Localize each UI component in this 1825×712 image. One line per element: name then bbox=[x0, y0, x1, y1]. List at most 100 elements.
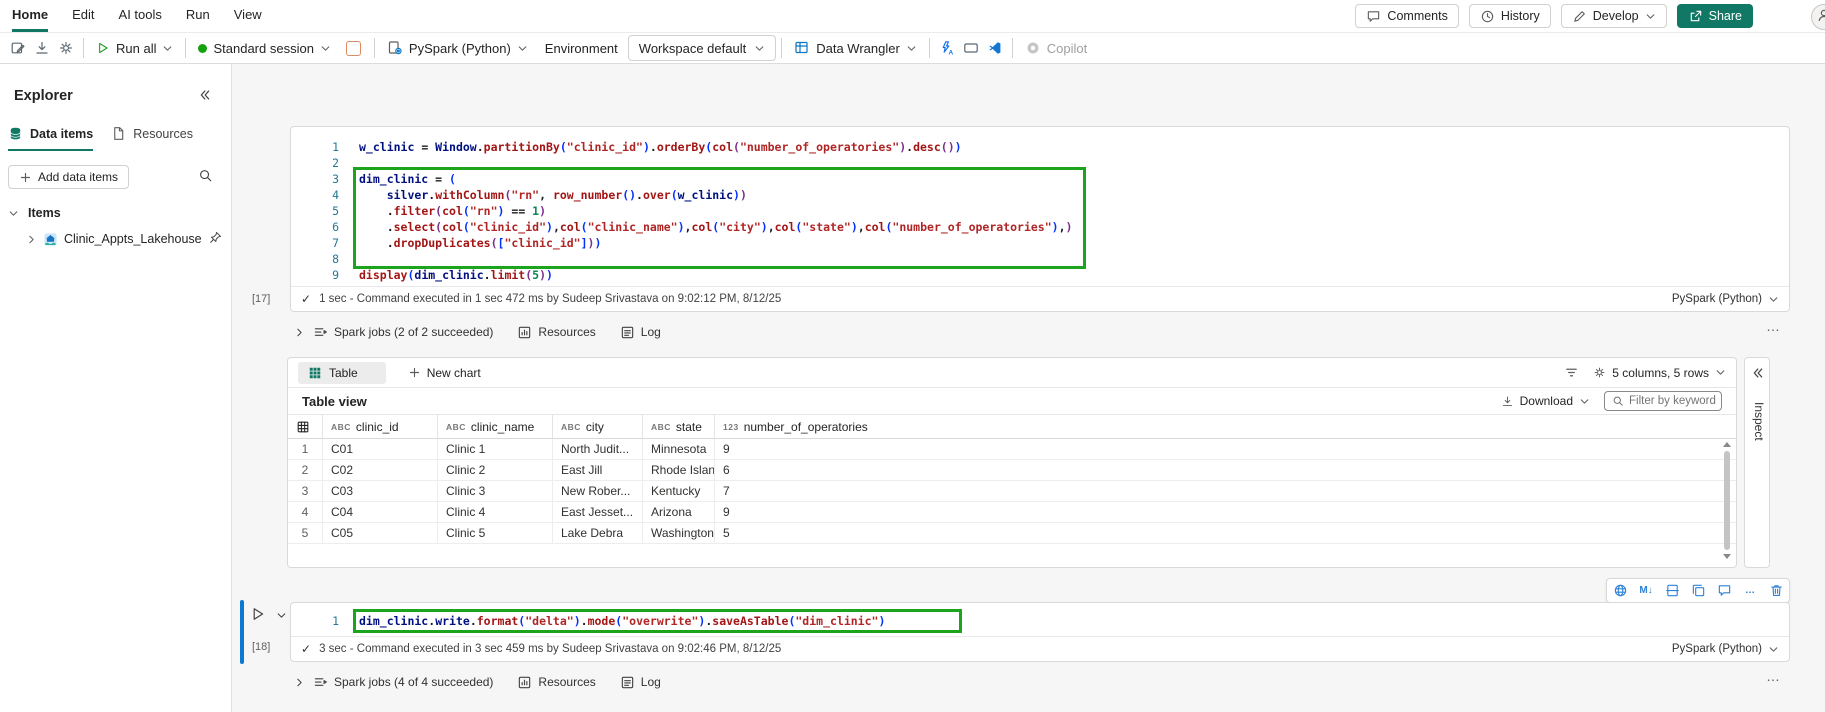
resources-icon bbox=[517, 675, 532, 690]
copilot-label: Copilot bbox=[1047, 41, 1087, 56]
search-icon[interactable] bbox=[198, 168, 213, 188]
table-row[interactable]: 3C03Clinic 3New Rober...Kentucky7 bbox=[288, 481, 1736, 502]
more-options-button[interactable]: … bbox=[1766, 668, 1781, 684]
cell-1-kernel-selector[interactable]: PySpark (Python) bbox=[1672, 293, 1779, 305]
menu-tab-edit[interactable]: Edit bbox=[72, 0, 94, 32]
frame-icon[interactable] bbox=[959, 36, 983, 60]
comments-button[interactable]: Comments bbox=[1355, 4, 1458, 28]
code-line[interactable]: 7 .dropDuplicates(["clinic_id"])) bbox=[291, 235, 1789, 251]
table-row[interactable]: 4C04Clinic 4East Jesset...Arizona9 bbox=[288, 502, 1736, 523]
menu-tab-home[interactable]: Home bbox=[12, 0, 48, 32]
menu-tab-ai-tools[interactable]: AI tools bbox=[119, 0, 162, 32]
cell-2-status-text: 3 sec - Command executed in 3 sec 459 ms… bbox=[319, 643, 781, 655]
tab-data-items[interactable]: Data items bbox=[8, 126, 93, 151]
spark-jobs-row-2: Spark jobs (4 of 4 succeeded) Resources … bbox=[294, 670, 677, 694]
scroll-up-icon[interactable] bbox=[1723, 442, 1731, 447]
pin-icon[interactable] bbox=[209, 231, 222, 247]
add-data-items-label: Add data items bbox=[38, 170, 118, 184]
code-text: dim_clinic = ( bbox=[359, 171, 456, 187]
table-cell: C03 bbox=[323, 481, 438, 501]
comment-cell-icon[interactable] bbox=[1713, 580, 1735, 602]
table-row[interactable]: 1C01Clinic 1North Judit...Minnesota9 bbox=[288, 439, 1736, 460]
copy-cell-icon[interactable] bbox=[1687, 580, 1709, 602]
items-section-toggle[interactable]: Items bbox=[8, 206, 61, 220]
code-line[interactable]: 2 bbox=[291, 155, 1789, 171]
lakehouse-item[interactable]: Clinic_Appts_Lakehouse bbox=[26, 231, 222, 247]
code-line[interactable]: 6 .select(col("clinic_id"),col("clinic_n… bbox=[291, 219, 1789, 235]
more-options-button[interactable]: … bbox=[1766, 318, 1781, 334]
settings-gear-icon[interactable] bbox=[54, 36, 78, 60]
run-cell-button[interactable] bbox=[250, 606, 266, 627]
code-editor-2[interactable]: 1dim_clinic.write.format("delta").mode("… bbox=[291, 603, 1789, 629]
code-editor-1[interactable]: 1w_clinic = Window.partitionBy("clinic_i… bbox=[291, 127, 1789, 283]
filter-keyword-input[interactable] bbox=[1629, 395, 1717, 407]
table-cell: Clinic 2 bbox=[438, 460, 553, 480]
log-toggle[interactable]: Log bbox=[620, 675, 661, 690]
more-options-icon[interactable]: … bbox=[1739, 580, 1761, 602]
row-number-header[interactable] bbox=[288, 415, 323, 438]
filter-lines-icon[interactable] bbox=[1564, 365, 1579, 380]
export-icon[interactable] bbox=[30, 36, 54, 60]
new-chart-button[interactable]: New chart bbox=[408, 366, 481, 380]
resources-toggle[interactable]: Resources bbox=[517, 325, 595, 340]
delete-cell-icon[interactable] bbox=[1765, 580, 1787, 602]
table-row[interactable]: 2C02Clinic 2East JillRhode Island6 bbox=[288, 460, 1736, 481]
column-header-state[interactable]: ABCstate bbox=[643, 415, 715, 438]
chevron-right-icon[interactable] bbox=[294, 677, 305, 688]
expand-inspect-icon[interactable] bbox=[1751, 366, 1765, 385]
resources-toggle[interactable]: Resources bbox=[517, 675, 595, 690]
download-button[interactable]: Download bbox=[1501, 394, 1590, 408]
plus-icon bbox=[408, 366, 421, 379]
data-wrangler-button[interactable]: Data Wrangler bbox=[787, 35, 924, 61]
menu-tab-view[interactable]: View bbox=[234, 0, 262, 32]
stop-session-button[interactable] bbox=[346, 41, 361, 56]
workspace-selector[interactable]: Workspace default bbox=[628, 35, 776, 61]
cell-2-kernel-selector[interactable]: PySpark (Python) bbox=[1672, 643, 1779, 655]
table-scrollbar[interactable] bbox=[1721, 442, 1733, 559]
columns-rows-selector[interactable]: 5 columns, 5 rows bbox=[1593, 366, 1726, 380]
column-header-city[interactable]: ABCcity bbox=[553, 415, 643, 438]
copilot-button[interactable]: Copilot bbox=[1018, 35, 1094, 61]
session-status-button[interactable]: Standard session bbox=[191, 35, 337, 61]
language-selector[interactable]: PySpark (Python) bbox=[380, 35, 535, 61]
table-view-header: Table view Download bbox=[288, 388, 1736, 415]
code-line[interactable]: 9display(dim_clinic.limit(5)) bbox=[291, 267, 1789, 283]
split-cell-icon[interactable] bbox=[1661, 580, 1683, 602]
table-cell: 9 bbox=[715, 502, 1736, 522]
run-all-button[interactable]: Run all bbox=[89, 35, 180, 61]
markdown-icon[interactable]: M↓ bbox=[1635, 580, 1657, 602]
table-cell: C02 bbox=[323, 460, 438, 480]
code-line[interactable]: 3dim_clinic = ( bbox=[291, 171, 1789, 187]
menu-tab-run[interactable]: Run bbox=[186, 0, 210, 32]
history-button[interactable]: History bbox=[1469, 4, 1551, 28]
column-header-clinic_id[interactable]: ABCclinic_id bbox=[323, 415, 438, 438]
spark-jobs-toggle[interactable]: Spark jobs (2 of 2 succeeded) bbox=[313, 325, 493, 340]
log-toggle[interactable]: Log bbox=[620, 325, 661, 340]
code-line[interactable]: 5 .filter(col("rn") == 1) bbox=[291, 203, 1789, 219]
vscode-icon[interactable] bbox=[983, 36, 1007, 60]
scrollbar-thumb[interactable] bbox=[1724, 451, 1730, 550]
chevron-right-icon[interactable] bbox=[294, 327, 305, 338]
chevron-down-icon bbox=[162, 43, 173, 54]
tab-resources[interactable]: Resources bbox=[111, 126, 193, 151]
variable-lightning-icon[interactable]: A bbox=[935, 36, 959, 60]
develop-button[interactable]: Develop bbox=[1561, 4, 1667, 28]
inspect-tab[interactable]: Inspect bbox=[1752, 402, 1766, 441]
table-view-tab[interactable]: Table bbox=[298, 362, 386, 384]
scroll-down-icon[interactable] bbox=[1723, 554, 1731, 559]
code-line[interactable]: 8 bbox=[291, 251, 1789, 267]
notebook-toolbar: Run all Standard session PySpark (Python… bbox=[0, 33, 1825, 64]
column-header-number_of_operatories[interactable]: 123number_of_operatories bbox=[715, 415, 1736, 438]
add-data-items-button[interactable]: Add data items bbox=[8, 165, 129, 189]
save-icon[interactable] bbox=[6, 36, 30, 60]
code-line[interactable]: 1w_clinic = Window.partitionBy("clinic_i… bbox=[291, 139, 1789, 155]
share-button[interactable]: Share bbox=[1677, 4, 1753, 28]
collapse-sidebar-icon[interactable] bbox=[198, 88, 212, 107]
collapse-cell-icon[interactable] bbox=[276, 608, 287, 626]
ai-sphere-icon[interactable] bbox=[1609, 580, 1631, 602]
column-header-clinic_name[interactable]: ABCclinic_name bbox=[438, 415, 553, 438]
spark-jobs-toggle[interactable]: Spark jobs (4 of 4 succeeded) bbox=[313, 675, 493, 690]
code-line[interactable]: 4 silver.withColumn("rn", row_number().o… bbox=[291, 187, 1789, 203]
code-line[interactable]: 1dim_clinic.write.format("delta").mode("… bbox=[291, 613, 1789, 629]
table-row[interactable]: 5C05Clinic 5Lake DebraWashington5 bbox=[288, 523, 1736, 544]
